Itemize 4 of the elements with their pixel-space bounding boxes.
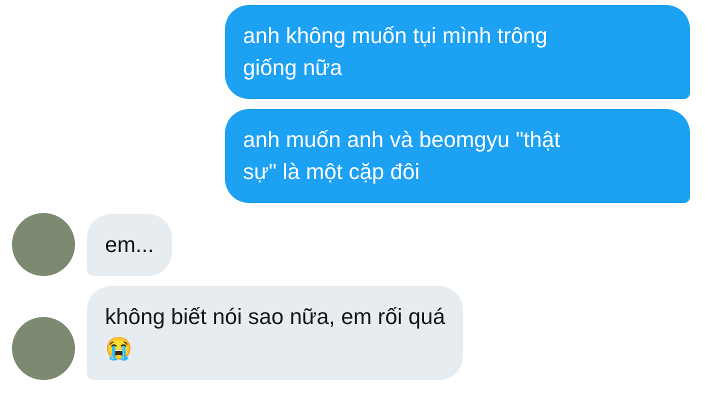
message-bubble: em...: [87, 214, 172, 276]
message-bubble: anh không muốn tụi mình trông giống nữa: [225, 5, 690, 99]
message-bubble: anh muốn anh và beomgyu "thật sự" là một cặp đôi: [225, 109, 690, 203]
message-bubble: không biết nói sao nữa, em rối quá 😭: [87, 286, 464, 380]
